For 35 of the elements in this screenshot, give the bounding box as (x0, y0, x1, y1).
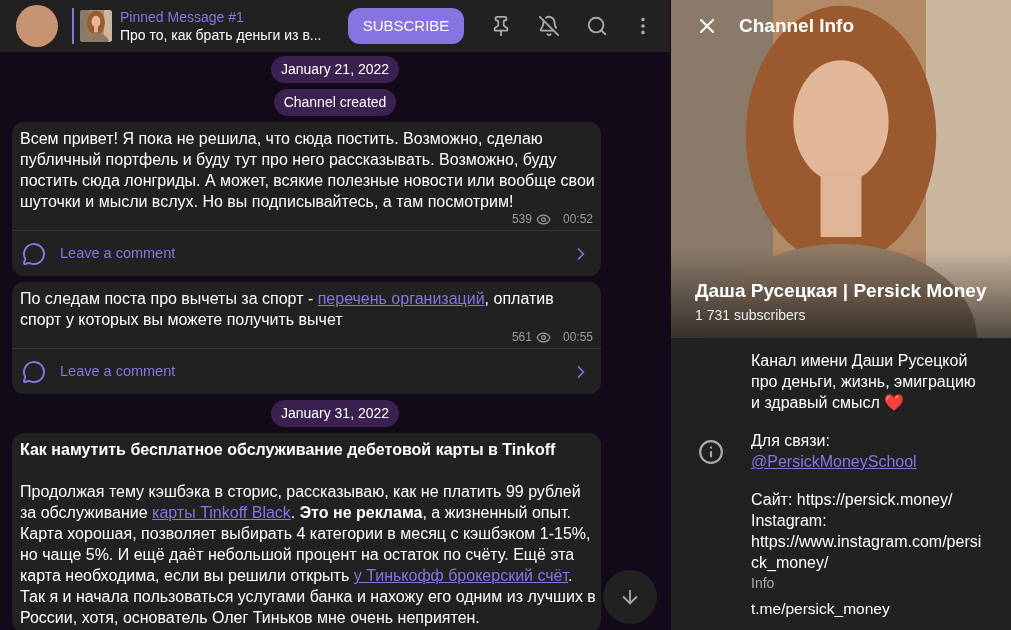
comment-icon (22, 241, 46, 266)
info-icon (698, 439, 724, 465)
avatar[interactable] (16, 5, 58, 47)
panel-title: Channel Info (739, 13, 855, 38)
message-text: По следам поста про вычеты за спорт - перечень организаций, оплатив спорт у которых вы можете получить вычет (20, 289, 555, 330)
view-count: 561 (511, 329, 532, 346)
message-text: Всем привет! Я пока не решила, что сюда постить. Возможно, сделаю публичный портфель и буду тут про него рассказывать. Возможно, буду постить сюда лонгриды. А может, всякие полезные новости или вообще свои шуточки и мысли вслух. Но вы подписывайтесь, а там посмотрим! (20, 129, 596, 212)
date-pill: January 31, 2022 (270, 400, 400, 427)
channel-link[interactable]: t.me/persick_money (751, 598, 890, 619)
pinned-text: Про то, как брать деньги из в... (120, 26, 322, 44)
pinned-title: Pinned Message #1 (120, 8, 245, 26)
message-text: Продолжая тему кэшбэка в сторис, рассказываю, как не платить 99 рублей за обслуживание карты Tinkoff Black. Это не реклама, а жизненный опыт. Карта хорошая, позволяет выбирать 4 категории в месяц с кэшбэком 1-15%, но чаще 5%. И ещё даёт небольшой процент на остаток по счёту. Ещё эта карта необходима, если вы решили открыть у Тинькофф брокерский счёт. Так я и начала пользоваться услугами банка и нахожу его одним из лучших в России, хотя, основатель Олег Тиньков мне очень неприятен. (20, 482, 597, 628)
service-message: Channel created (273, 89, 397, 116)
leave-comment-button[interactable]: Leave a comment (12, 230, 601, 276)
subscribe-button[interactable]: SUBSCRIBE (348, 8, 464, 44)
subscriber-count: 1 731 subscribers (695, 306, 807, 325)
search-icon[interactable] (586, 15, 608, 37)
eye-icon (535, 329, 551, 345)
eye-icon (535, 211, 551, 227)
text-link[interactable]: у Тинькофф брокерский счёт (353, 567, 569, 584)
text-link[interactable]: перечень организаций (317, 290, 485, 307)
channel-description: Канал имени Даши Русецкой про деньги, жизнь, эмиграцию и здравый смысл ❤ Для связи: @PersickMoneySchool Сайт: https://persick.money/ Instagram: https://www.instagram.com/persick_money/ (751, 351, 983, 573)
message-text: Как намутить бесплатное обслуживание дебетовой карты в Tinkoff (20, 440, 557, 460)
message-time: 00:52 (562, 211, 593, 228)
comment-icon (22, 359, 46, 384)
message-time: 00:55 (562, 329, 593, 346)
text-link[interactable]: карты Tinkoff Black (152, 504, 291, 521)
text-link[interactable]: @PersickMoneySchool (751, 453, 917, 470)
view-count: 539 (511, 211, 532, 228)
description-label: Info (751, 574, 776, 593)
channel-name: Даша Русецкая | Persick Money (695, 278, 987, 303)
pinned-message[interactable]: Pinned Message #1 Про то, как брать деньги из в... (72, 8, 322, 44)
date-pill: January 21, 2022 (270, 56, 400, 83)
leave-comment-button[interactable]: Leave a comment (12, 348, 601, 394)
bell-off-icon[interactable] (538, 15, 560, 37)
